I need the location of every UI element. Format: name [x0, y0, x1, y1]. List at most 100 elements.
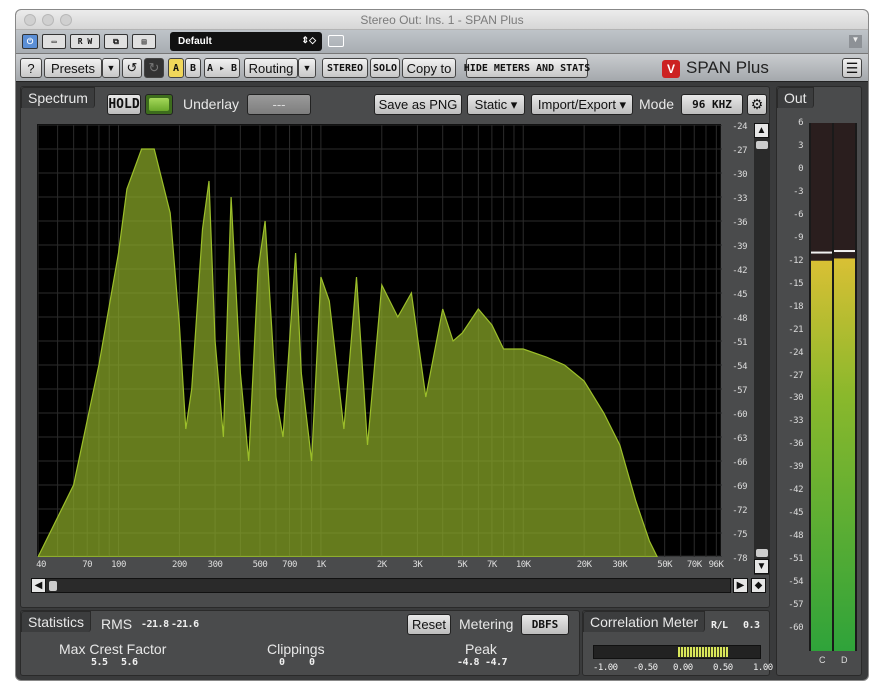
meter-tick-label: -15 [788, 278, 803, 289]
meter-tick-label: -12 [788, 255, 803, 266]
output-level-meter [809, 123, 857, 651]
undo-icon[interactable]: ↺ [122, 58, 142, 78]
compare-icon[interactable]: ⧉ [104, 34, 128, 49]
x-tick-label: 700 [282, 560, 297, 570]
solo-button[interactable]: SOLO [370, 58, 400, 78]
y-tick-label: -78 [732, 554, 747, 564]
meter-tick-label: -21 [788, 324, 803, 335]
meter-tick-label: -60 [788, 623, 803, 634]
meter-tick-label: -33 [788, 416, 803, 427]
bypass-icon[interactable]: ▭ [42, 34, 66, 49]
spectrum-chart-svg [37, 124, 722, 558]
correlation-fill [678, 647, 728, 657]
x-tick-label: 200 [172, 560, 187, 570]
rms-left-value: -21.8 [141, 619, 169, 630]
statistics-label: Statistics [21, 611, 92, 632]
meter-tick-label: -57 [788, 600, 803, 611]
underlay-selector[interactable]: --- [247, 94, 311, 115]
scroll-left-icon[interactable]: ◀ [31, 578, 46, 593]
y-tick-label: -39 [732, 242, 747, 252]
y-tick-label: -45 [732, 290, 747, 300]
scroll-down-icon[interactable]: ▼ [754, 559, 769, 574]
vertical-scroll-thumb-top[interactable] [756, 141, 768, 149]
correlation-label: Correlation Meter [583, 611, 706, 632]
x-tick-label: 40 [36, 560, 46, 570]
routing-button[interactable]: Routing [244, 58, 298, 78]
meter-tick-label: -18 [788, 301, 803, 312]
help-button[interactable]: ? [20, 58, 42, 78]
correlation-tick-label: -0.50 [633, 663, 658, 673]
copy-to-button[interactable]: Copy to [402, 58, 456, 78]
redo-icon[interactable]: ↻ [144, 58, 164, 78]
y-tick-label: -36 [732, 218, 747, 228]
clippings-label: Clippings [267, 641, 325, 657]
rms-label: RMS [101, 616, 133, 632]
meter-tick-label: -3 [793, 186, 803, 197]
spectrum-color-button[interactable] [145, 94, 173, 115]
plugin-window: Stereo Out: Ins. 1 - SPAN Plus ⏻ ▭ R W ⧉… [16, 10, 868, 680]
voxengo-logo-icon: V [662, 59, 680, 78]
underlay-label: Underlay [183, 96, 240, 112]
hold-button[interactable]: HOLD [107, 94, 141, 115]
gear-icon[interactable]: ⚙ [747, 94, 767, 115]
correlation-tick-label: 1.00 [753, 663, 773, 673]
host-bar: ⏻ ▭ R W ⧉ ▤ Default ⇕◇ ▼ [16, 30, 868, 54]
read-write-button[interactable]: R W [70, 34, 100, 49]
clippings-right-value: 0 [309, 657, 315, 668]
mode-selector[interactable]: 96 KHZ [681, 94, 743, 115]
state-b-button[interactable]: B [185, 58, 201, 78]
meter-tick-label: -27 [788, 370, 803, 381]
y-axis-labels: -24 -27 -30 -33 -36 -39 -42 -45 -48 -51 -54 -57 -60 -… [721, 121, 753, 564]
reset-button[interactable]: Reset [407, 614, 451, 635]
peak-right-value: -4.7 [485, 657, 508, 668]
stereo-button[interactable]: STEREO [322, 58, 368, 78]
y-tick-label: -27 [732, 146, 747, 156]
metering-label: Metering [459, 616, 514, 632]
meter-tick-label: -54 [788, 577, 803, 588]
presets-dropdown-icon[interactable]: ▼ [102, 58, 120, 78]
power-icon[interactable]: ⏻ [22, 34, 38, 49]
y-tick-label: -54 [732, 362, 747, 372]
preset-selector[interactable]: Default ⇕◇ [170, 32, 322, 51]
plugin-toolbar: ? Presets ▼ ↺ ↻ A B A ▸ B Routing ▼ STER… [16, 54, 868, 82]
import-export-dropdown[interactable]: Import/Export ▾ [531, 94, 633, 115]
meter-tick-label: -36 [788, 439, 803, 450]
presets-button[interactable]: Presets [44, 58, 102, 78]
routing-dropdown-icon[interactable]: ▼ [298, 58, 316, 78]
spectrum-plot[interactable] [37, 124, 722, 558]
scroll-up-icon[interactable]: ▲ [754, 123, 769, 138]
hide-meters-button[interactable]: HIDE METERS AND STATS [464, 58, 590, 78]
save-png-button[interactable]: Save as PNG [374, 94, 462, 115]
meter-tick-label: -9 [793, 232, 803, 243]
peak-left-value: -4.8 [457, 657, 480, 668]
x-tick-label: 2K [376, 560, 387, 570]
meter-tick-label: 0 [798, 163, 803, 174]
clippings-left-value: 0 [279, 657, 285, 668]
x-tick-label: 70 [82, 560, 93, 570]
copy-a-to-b-button[interactable]: A ▸ B [204, 58, 240, 78]
scroll-right-icon[interactable]: ▶ [733, 578, 748, 593]
meter-tick-label: -45 [788, 508, 803, 519]
x-tick-label: 20K [576, 560, 592, 570]
correlation-tick-label: 0.00 [673, 663, 693, 673]
vertical-scroll-thumb-bottom[interactable] [756, 549, 768, 557]
hamburger-menu-icon[interactable]: ☰ [842, 58, 862, 78]
state-a-button[interactable]: A [168, 58, 184, 78]
horizontal-scroll-thumb[interactable] [49, 581, 57, 591]
stepper-icon: ⇕◇ [301, 35, 316, 45]
meter-level-bar [811, 260, 832, 651]
vertical-scrollbar[interactable]: ▲ ▼ [754, 123, 770, 575]
horizontal-scrollbar[interactable]: ◀ [31, 578, 731, 593]
y-tick-label: -33 [732, 194, 747, 204]
correlation-mode[interactable]: R/L [711, 620, 728, 631]
correlation-value: 0.3 [743, 620, 760, 631]
x-tick-label: 70K [686, 560, 702, 570]
camera-icon[interactable] [328, 35, 344, 47]
menu-box-icon[interactable]: ▤ [132, 34, 156, 49]
x-tick-label: 300 [207, 560, 223, 570]
metering-mode-selector[interactable]: DBFS [521, 614, 569, 635]
zoom-reset-icon[interactable]: ◆ [751, 578, 766, 593]
collapse-icon[interactable]: ▼ [849, 35, 862, 48]
static-dropdown[interactable]: Static ▾ [467, 94, 525, 115]
meter-tick-label: -51 [788, 554, 803, 565]
